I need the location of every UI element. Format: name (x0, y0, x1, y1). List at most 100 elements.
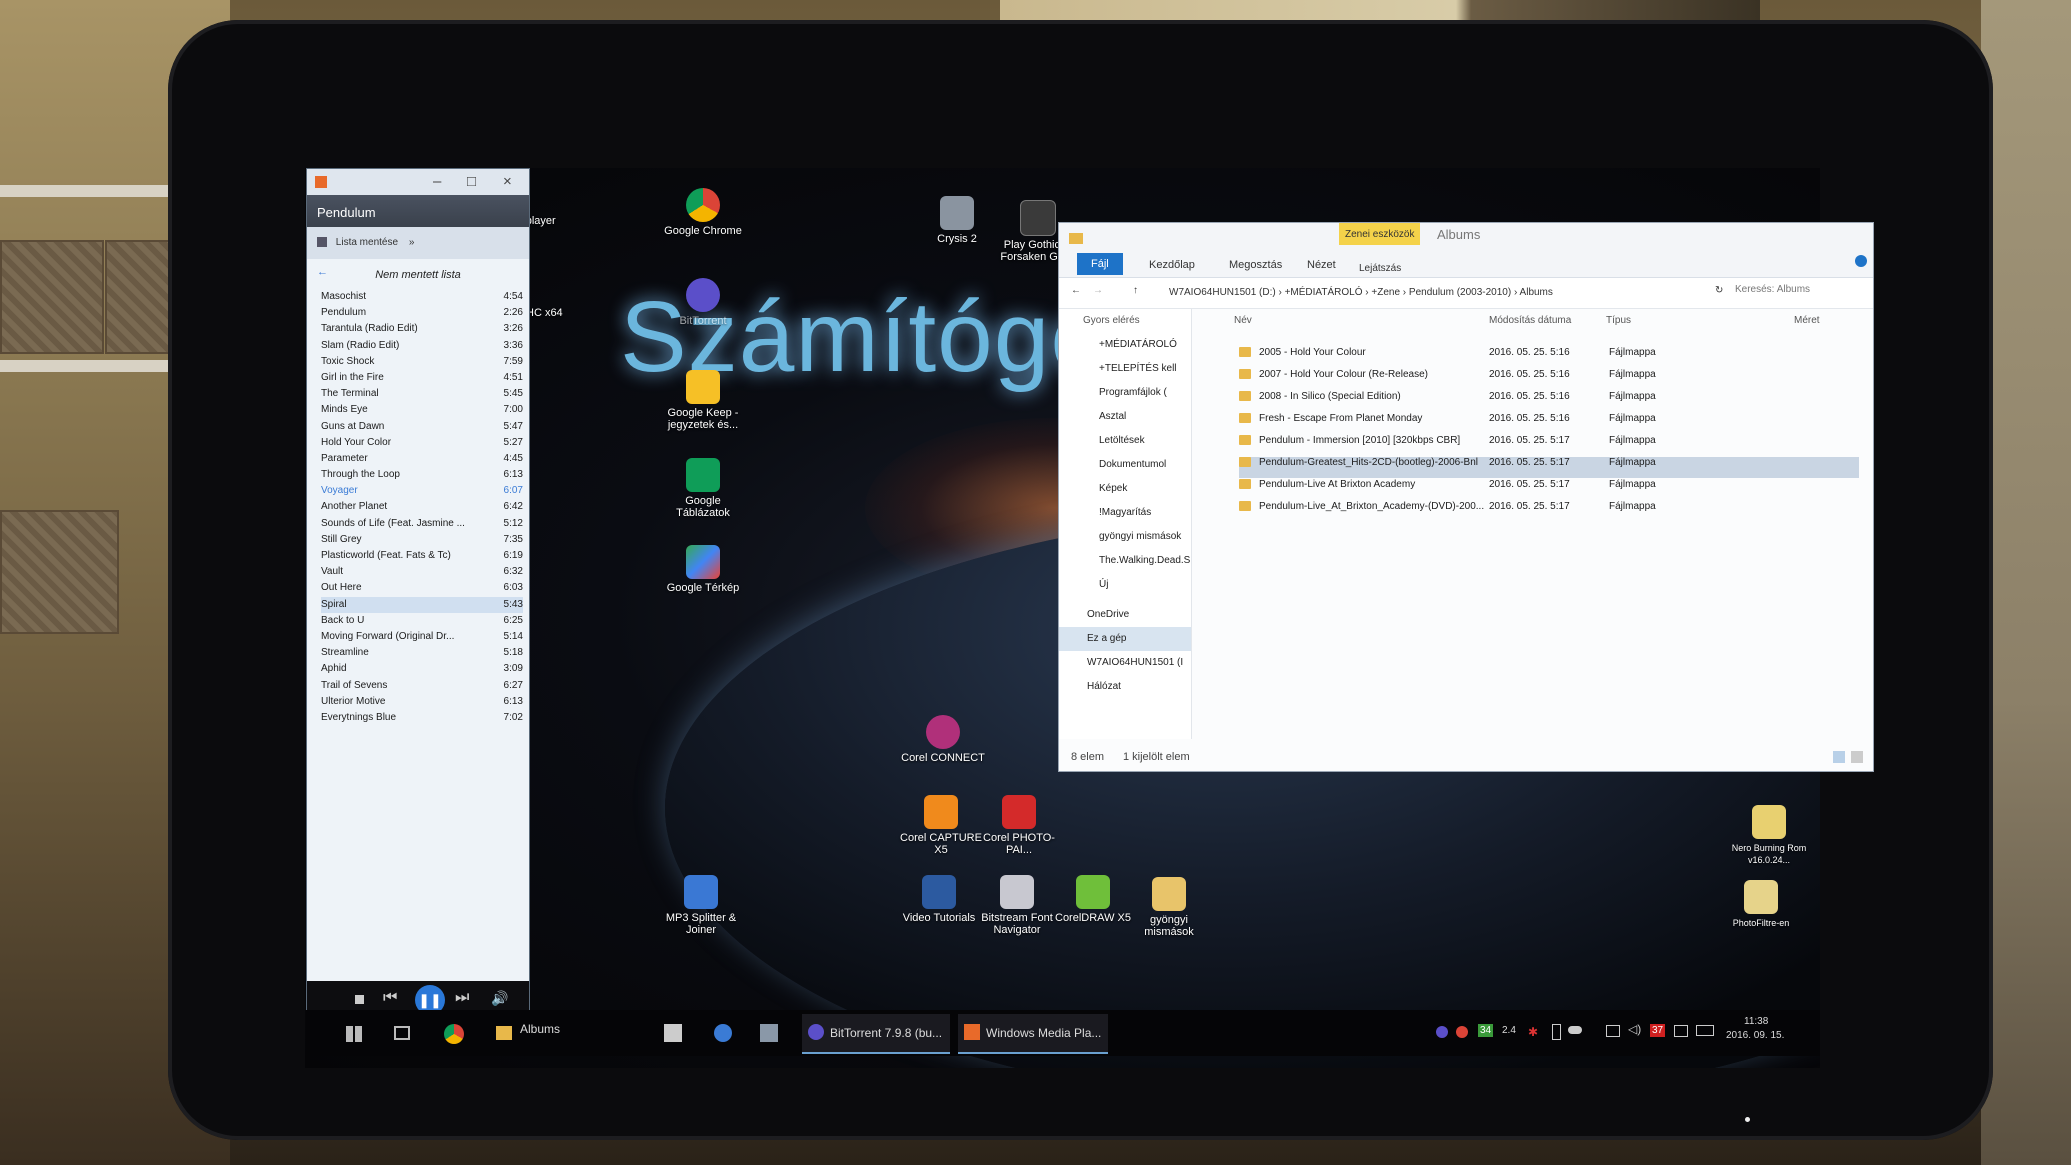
address-bar[interactable]: ← → ↑ W7AIO64HUN1501 (D:) › +MÉDIATÁROLÓ… (1059, 278, 1873, 309)
nav-item[interactable]: +MÉDIATÁROLÓ (1059, 333, 1191, 357)
tray-badge-2[interactable]: 2.4 (1502, 1025, 1516, 1036)
tab-home[interactable]: Kezdőlap (1149, 259, 1195, 271)
track-row[interactable]: Toxic Shock 7:59 (321, 354, 523, 370)
clock-time[interactable]: 11:38 (1744, 1016, 1768, 1027)
nav-item-onedrive[interactable]: OneDrive (1059, 603, 1191, 627)
nav-item[interactable]: !Magyarítás (1059, 501, 1191, 525)
desktop-icon-corel-photopaint[interactable]: Corel PHOTO-PAI... (974, 795, 1064, 856)
track-row[interactable]: Trail of Sevens 6:27 (321, 678, 523, 694)
nav-item[interactable]: Gyors elérés (1059, 309, 1191, 333)
forward-arrow-icon[interactable]: → (1093, 285, 1103, 296)
nav-item[interactable]: Programfájlok ( (1059, 381, 1191, 405)
store-icon[interactable] (664, 1024, 682, 1042)
desktop-icon-mpc[interactable]: HC x64 (526, 307, 586, 319)
track-row[interactable]: Out Here 6:03 (321, 580, 523, 596)
track-row[interactable]: Moving Forward (Original Dr... 5:14 (321, 629, 523, 645)
nav-item[interactable]: Új (1059, 573, 1191, 597)
tray-notification-icon[interactable] (1674, 1025, 1688, 1037)
track-row[interactable]: Minds Eye 7:00 (321, 402, 523, 418)
taskbar-wmp[interactable]: Windows Media Pla... (958, 1014, 1108, 1054)
minimize-icon[interactable]: – (433, 173, 441, 190)
desktop-icon-nero[interactable]: Nero Burning Rom v16.0.24... (1724, 805, 1814, 866)
track-row-now-playing[interactable]: Voyager 6:07 (321, 483, 523, 499)
table-row[interactable]: Fresh - Escape From Planet Monday 2016. 0… (1239, 413, 1859, 434)
tray-badge-1[interactable]: 34 (1478, 1024, 1494, 1037)
nav-item-this-pc[interactable]: Ez a gép (1059, 627, 1191, 651)
tray-badge-3[interactable]: 37 (1650, 1024, 1666, 1037)
nav-item[interactable]: The.Walking.Dead.S (1059, 549, 1191, 573)
more-chevron-icon[interactable]: » (409, 237, 415, 248)
breadcrumb-item[interactable]: Pendulum (2003-2010) (1409, 287, 1511, 298)
up-arrow-icon[interactable]: ↑ (1133, 285, 1138, 296)
desktop-icon-google-keep[interactable]: Google Keep - jegyzetek és... (658, 370, 748, 431)
track-row[interactable]: Still Grey 7:35 (321, 532, 523, 548)
desktop-icon-photofiltre[interactable]: PhotoFiltre-en (1716, 880, 1806, 929)
tray-keyboard-icon[interactable] (1696, 1025, 1714, 1036)
track-row[interactable]: Streamline 5:18 (321, 645, 523, 661)
search-input[interactable]: Keresés: Albums (1735, 284, 1855, 295)
tab-file[interactable]: Fájl (1077, 253, 1123, 275)
breadcrumb-item[interactable]: Albums (1520, 287, 1553, 298)
context-tab-music-tools[interactable]: Zenei eszközök (1339, 223, 1421, 245)
desktop-icon-bittorrent[interactable]: BitTorrent (658, 278, 748, 327)
table-row[interactable]: Pendulum-Live At Brixton Academy 2016. 05… (1239, 479, 1859, 500)
track-row[interactable]: Guns at Dawn 5:47 (321, 419, 523, 435)
close-icon[interactable]: × (503, 173, 512, 190)
track-row[interactable]: Through the Loop 6:13 (321, 467, 523, 483)
nav-item[interactable]: gyöngyi mismások (1059, 525, 1191, 549)
table-row[interactable]: 2005 - Hold Your Colour 2016. 05. 25. 5:1… (1239, 347, 1859, 368)
back-arrow-icon[interactable]: ← (317, 266, 328, 278)
desktop-icon-google-maps[interactable]: Google Térkép (658, 545, 748, 594)
nav-item[interactable]: Asztal (1059, 405, 1191, 429)
desktop-icon-mp3-splitter[interactable]: MP3 Splitter & Joiner (656, 875, 746, 936)
table-row[interactable]: Pendulum-Live_At_Brixton_Academy-(DVD)-2… (1239, 501, 1859, 522)
save-list-button[interactable]: Lista mentése (336, 237, 398, 248)
app-icon[interactable] (760, 1024, 778, 1042)
media-player-window[interactable]: – □ × Pendulum Lista mentése » ← Nem men… (306, 168, 530, 1022)
column-date[interactable]: Módosítás dátuma (1489, 315, 1571, 326)
track-row[interactable]: Tarantula (Radio Edit) 3:26 (321, 321, 523, 337)
track-row[interactable]: Back to U 6:25 (321, 613, 523, 629)
track-row[interactable]: Masochist 4:54 (321, 289, 523, 305)
track-row[interactable]: Vault 6:32 (321, 564, 523, 580)
nav-item[interactable]: Letöltések (1059, 429, 1191, 453)
track-row[interactable]: Everytnings Blue 7:02 (321, 710, 523, 726)
desktop-icon-chrome[interactable]: Google Chrome (658, 188, 748, 237)
nav-item[interactable]: +TELEPÍTÉS kell (1059, 357, 1191, 381)
start-windows-icon[interactable] (346, 1026, 362, 1042)
maximize-icon[interactable]: □ (467, 173, 476, 190)
nav-item-drive[interactable]: W7AIO64HUN1501 (I (1059, 651, 1191, 675)
tray-app-icon[interactable] (1436, 1026, 1448, 1038)
tray-volume-icon[interactable]: ◁) (1628, 1022, 1641, 1036)
task-view-icon[interactable] (394, 1026, 410, 1040)
breadcrumb-item[interactable]: +MÉDIATÁROLÓ (1285, 287, 1363, 298)
track-row-hover[interactable]: Spiral 5:43 (321, 596, 523, 613)
nav-item-network[interactable]: Hálózat (1059, 675, 1191, 699)
track-row[interactable]: Sounds of Life (Feat. Jasmine ... 5:12 (321, 516, 523, 532)
track-row[interactable]: Aphid 3:09 (321, 661, 523, 677)
column-type[interactable]: Típus (1606, 315, 1631, 326)
track-row[interactable]: Girl in the Fire 4:51 (321, 370, 523, 386)
column-name[interactable]: Név (1234, 315, 1252, 326)
breadcrumb-item[interactable]: +Zene (1371, 287, 1400, 298)
track-row[interactable]: Another Planet 6:42 (321, 499, 523, 515)
tray-usb-icon[interactable] (1552, 1024, 1561, 1040)
chrome-taskbar-icon[interactable] (444, 1024, 464, 1044)
desktop-icon-corel-connect[interactable]: Corel CONNECT (898, 715, 988, 764)
tab-share[interactable]: Megosztás (1229, 259, 1282, 271)
desktop-icon-crysis2[interactable]: Crysis 2 (912, 196, 1002, 245)
track-row[interactable]: Hold Your Color 5:27 (321, 435, 523, 451)
stop-icon[interactable] (355, 995, 364, 1004)
desktop-icon-corel-capture[interactable]: Corel CAPTURE X5 (896, 795, 986, 856)
refresh-icon[interactable]: ↻ (1715, 285, 1723, 296)
app-icon[interactable] (714, 1024, 732, 1042)
table-row-selected[interactable]: Pendulum-Greatest_Hits-2CD-(bootleg)-200… (1239, 457, 1859, 478)
tray-chrome-icon[interactable] (1456, 1026, 1468, 1038)
clock-date[interactable]: 2016. 09. 15. (1726, 1030, 1784, 1041)
back-arrow-icon[interactable]: ← (1071, 285, 1081, 296)
help-icon[interactable] (1855, 255, 1867, 267)
desktop-icon-video-tutorials[interactable]: Video Tutorials (894, 875, 984, 924)
nav-item[interactable]: Képek (1059, 477, 1191, 501)
track-row[interactable]: Parameter 4:45 (321, 451, 523, 467)
table-row[interactable]: 2008 - In Silico (Special Edition) 2016. … (1239, 391, 1859, 412)
